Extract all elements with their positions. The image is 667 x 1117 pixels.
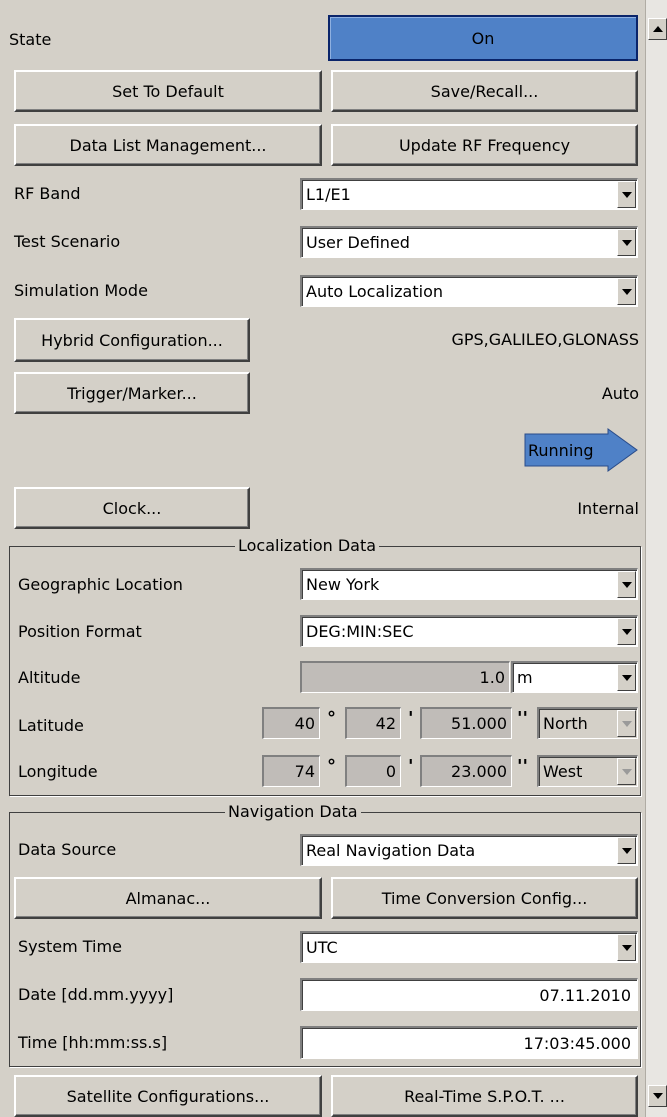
date-label: Date [dd.mm.yyyy] xyxy=(18,985,174,1004)
rf-band-value: L1/E1 xyxy=(306,185,351,204)
gnss-settings-panel: State On Set To Default Save/Recall... D… xyxy=(0,0,645,1117)
latitude-direction-value: North xyxy=(543,714,588,733)
position-format-select[interactable]: DEG:MIN:SEC xyxy=(300,615,638,647)
vertical-scrollbar[interactable] xyxy=(645,0,667,1117)
position-format-value: DEG:MIN:SEC xyxy=(306,622,414,641)
save-recall-button[interactable]: Save/Recall... xyxy=(331,70,638,112)
hybrid-systems-value: GPS,GALILEO,GLONASS xyxy=(451,330,639,349)
geographic-location-select[interactable]: New York xyxy=(300,568,638,600)
longitude-label: Longitude xyxy=(18,762,98,781)
set-to-default-button[interactable]: Set To Default xyxy=(14,70,322,112)
system-time-value: UTC xyxy=(306,938,338,957)
longitude-degrees-field[interactable]: 74 xyxy=(262,755,320,787)
time-input[interactable]: 17:03:45.000 xyxy=(300,1026,638,1059)
clock-button[interactable]: Clock... xyxy=(14,487,250,529)
localization-data-title: Localization Data xyxy=(235,536,380,556)
chevron-down-icon[interactable] xyxy=(617,278,636,305)
simulation-mode-select[interactable]: Auto Localization xyxy=(300,275,638,307)
latitude-minutes-field[interactable]: 42 xyxy=(345,707,401,739)
navigation-data-title: Navigation Data xyxy=(225,802,361,822)
rf-band-select[interactable]: L1/E1 xyxy=(300,178,638,210)
longitude-minutes-field[interactable]: 0 xyxy=(345,755,401,787)
degree-symbol: ° xyxy=(327,756,336,777)
test-scenario-value: User Defined xyxy=(306,233,410,252)
chevron-down-icon[interactable] xyxy=(617,664,636,691)
trigger-mode-value: Auto xyxy=(601,384,639,403)
latitude-seconds-field[interactable]: 51.000 xyxy=(420,707,512,739)
satellite-configurations-button[interactable]: Satellite Configurations... xyxy=(14,1075,322,1117)
rf-band-label: RF Band xyxy=(14,184,81,203)
date-input[interactable]: 07.11.2010 xyxy=(300,978,638,1011)
second-symbol: '' xyxy=(517,708,529,729)
state-on-button[interactable]: On xyxy=(328,15,638,61)
trigger-marker-button[interactable]: Trigger/Marker... xyxy=(14,372,250,414)
update-rf-frequency-button[interactable]: Update RF Frequency xyxy=(331,124,638,166)
longitude-direction-value: West xyxy=(543,762,583,781)
minute-symbol: ' xyxy=(408,708,414,729)
clock-source-value: Internal xyxy=(577,499,639,518)
geographic-location-value: New York xyxy=(306,575,380,594)
chevron-down-icon[interactable] xyxy=(617,618,636,645)
real-time-spot-button[interactable]: Real-Time S.P.O.T. ... xyxy=(331,1075,638,1117)
scroll-up-button[interactable] xyxy=(648,18,667,40)
time-label: Time [hh:mm:ss.s] xyxy=(18,1033,168,1052)
almanac-button[interactable]: Almanac... xyxy=(14,877,322,919)
altitude-unit-select[interactable]: m xyxy=(511,661,638,693)
state-label: State xyxy=(9,30,52,49)
time-conversion-config-button[interactable]: Time Conversion Config... xyxy=(331,877,638,919)
data-source-value: Real Navigation Data xyxy=(306,841,476,860)
latitude-degrees-field[interactable]: 40 xyxy=(262,707,320,739)
running-status-label: Running xyxy=(528,441,594,460)
degree-symbol: ° xyxy=(327,708,336,729)
data-source-label: Data Source xyxy=(18,840,117,859)
latitude-direction-select: North xyxy=(537,707,638,739)
chevron-down-icon xyxy=(617,710,636,737)
system-time-select[interactable]: UTC xyxy=(300,931,638,963)
test-scenario-label: Test Scenario xyxy=(14,232,121,251)
altitude-label: Altitude xyxy=(18,668,81,687)
second-symbol: '' xyxy=(517,756,529,777)
minute-symbol: ' xyxy=(408,756,414,777)
data-source-select[interactable]: Real Navigation Data xyxy=(300,834,638,866)
scroll-down-button[interactable] xyxy=(648,1085,667,1107)
geographic-location-label: Geographic Location xyxy=(18,575,183,594)
chevron-down-icon[interactable] xyxy=(617,229,636,256)
longitude-direction-select: West xyxy=(537,755,638,787)
altitude-field[interactable]: 1.0 xyxy=(300,661,510,693)
chevron-down-icon[interactable] xyxy=(617,934,636,961)
simulation-mode-value: Auto Localization xyxy=(306,282,443,301)
position-format-label: Position Format xyxy=(18,622,142,641)
test-scenario-select[interactable]: User Defined xyxy=(300,226,638,258)
system-time-label: System Time xyxy=(18,937,122,956)
hybrid-configuration-button[interactable]: Hybrid Configuration... xyxy=(14,318,250,362)
chevron-down-icon[interactable] xyxy=(617,837,636,864)
data-list-management-button[interactable]: Data List Management... xyxy=(14,124,322,166)
simulation-mode-label: Simulation Mode xyxy=(14,281,148,300)
chevron-down-icon[interactable] xyxy=(617,571,636,598)
altitude-unit-value: m xyxy=(517,668,533,687)
chevron-down-icon xyxy=(617,758,636,785)
chevron-down-icon[interactable] xyxy=(617,181,636,208)
longitude-seconds-field[interactable]: 23.000 xyxy=(420,755,512,787)
latitude-label: Latitude xyxy=(18,716,84,735)
